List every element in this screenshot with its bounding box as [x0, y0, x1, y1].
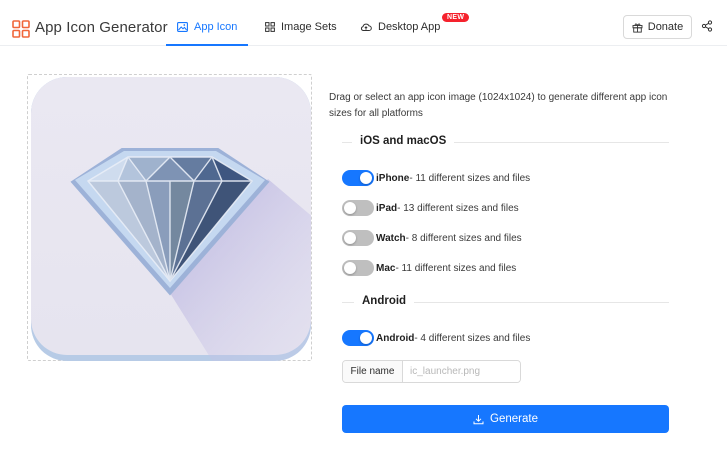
option-detail: - 13 different sizes and files — [397, 202, 519, 214]
donate-button[interactable]: Donate — [623, 15, 692, 39]
toggle-knob — [360, 172, 372, 184]
tab-image-sets-label: Image Sets — [281, 21, 337, 33]
watch-toggle[interactable] — [342, 230, 374, 246]
upload-description: Drag or select an app icon image (1024x1… — [329, 92, 668, 119]
donate-label: Donate — [647, 21, 684, 33]
toggle-knob — [360, 332, 372, 344]
tab-app-icon-label: App Icon — [194, 21, 238, 33]
tab-app-icon[interactable]: App Icon — [177, 21, 237, 33]
section-title-ios-macos: iOS and macOS — [352, 135, 455, 147]
option-name: Android — [376, 332, 415, 344]
share-icon[interactable] — [701, 20, 713, 32]
toggle-knob — [344, 202, 356, 214]
tab-desktop-app-label: Desktop App — [378, 21, 441, 33]
gift-icon — [632, 22, 643, 33]
file-name-input[interactable] — [403, 361, 520, 382]
image-icon — [177, 22, 188, 32]
app-logo-icon — [12, 20, 30, 38]
generate-label: Generate — [490, 413, 538, 425]
option-name: Mac — [376, 262, 396, 274]
toggle-knob — [344, 232, 356, 244]
option-row-iphone: iPhone - 11 different sizes and files — [342, 170, 530, 186]
app-title: App Icon Generator — [35, 19, 168, 36]
app-icon-preview — [31, 77, 311, 361]
option-row-mac: Mac - 11 different sizes and files — [342, 260, 516, 276]
option-name: iPhone — [376, 172, 410, 184]
option-row-android: Android - 4 different sizes and files — [342, 330, 530, 346]
option-detail: - 4 different sizes and files — [414, 332, 531, 344]
file-name-field-group: File name — [342, 360, 521, 383]
grid-icon — [265, 22, 275, 32]
option-name: Watch — [376, 232, 406, 244]
download-icon — [473, 414, 484, 424]
tab-desktop-app[interactable]: Desktop App — [360, 21, 440, 33]
option-name: iPad — [376, 202, 398, 214]
section-title-android: Android — [354, 295, 415, 307]
option-row-watch: Watch - 8 different sizes and files — [342, 230, 522, 246]
generate-button[interactable]: Generate — [342, 405, 669, 433]
ipad-toggle[interactable] — [342, 200, 374, 216]
iphone-toggle[interactable] — [342, 170, 374, 186]
option-row-ipad: iPad - 13 different sizes and files — [342, 200, 519, 216]
option-detail: - 11 different sizes and files — [409, 172, 531, 184]
option-detail: - 11 different sizes and files — [395, 262, 517, 274]
file-name-label: File name — [343, 361, 403, 382]
top-nav-bar: App Icon Generator App Icon Image Sets D… — [0, 0, 727, 46]
mac-toggle[interactable] — [342, 260, 374, 276]
option-detail: - 8 different sizes and files — [405, 232, 522, 244]
tab-image-sets[interactable]: Image Sets — [265, 21, 337, 33]
toggle-knob — [344, 262, 356, 274]
android-toggle[interactable] — [342, 330, 374, 346]
new-badge: NEW — [442, 13, 470, 22]
active-tab-indicator — [166, 44, 248, 46]
cloud-icon — [361, 23, 372, 31]
image-dropzone[interactable] — [27, 74, 312, 361]
